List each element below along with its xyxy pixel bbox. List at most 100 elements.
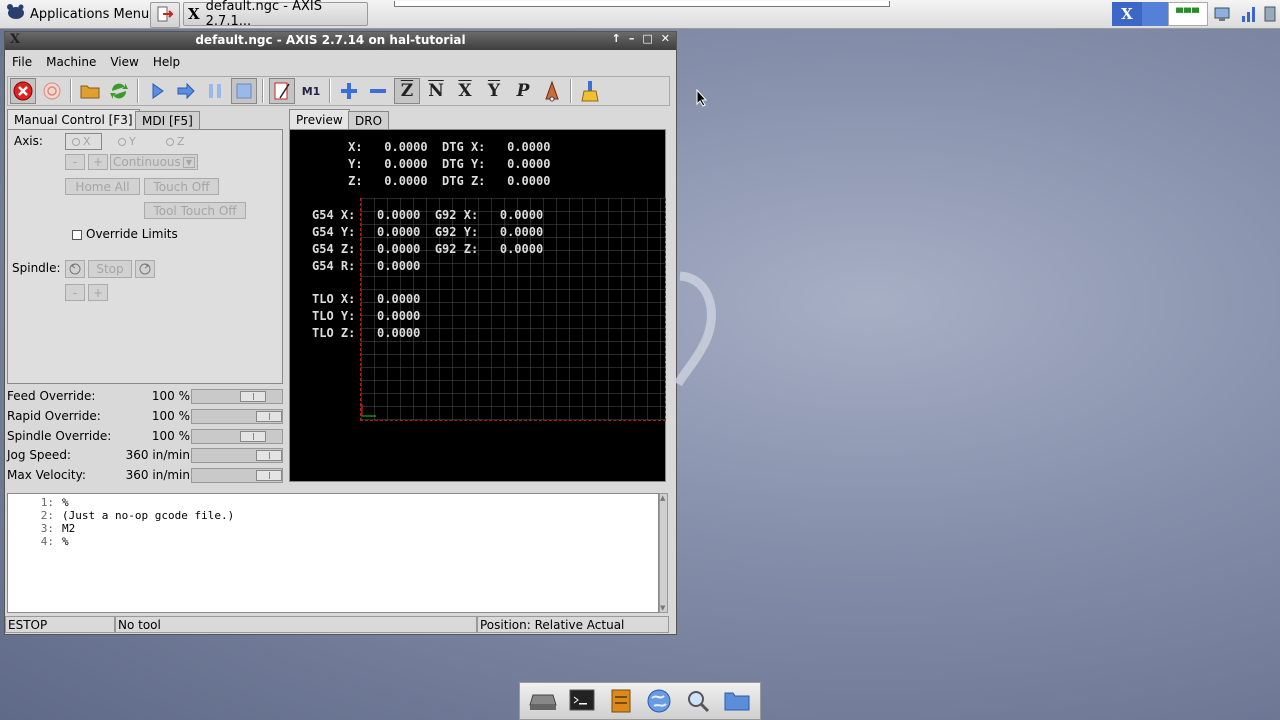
menu-file[interactable]: File xyxy=(5,55,39,69)
browser-icon[interactable] xyxy=(644,686,674,716)
block-delete-button[interactable] xyxy=(269,78,295,104)
jog-increment-select[interactable]: Continuous ▼ xyxy=(110,154,198,170)
signal-icon[interactable] xyxy=(1238,2,1260,26)
optional-stop-button[interactable]: M1 xyxy=(298,78,324,104)
status-estop: ESTOP xyxy=(5,616,115,633)
logout-button[interactable] xyxy=(150,2,180,28)
spindle-plus-button[interactable]: + xyxy=(88,284,108,301)
max-velocity-slider[interactable] xyxy=(191,468,283,483)
slider-thumb[interactable] xyxy=(256,411,282,422)
search-icon[interactable] xyxy=(683,686,713,716)
estop-button[interactable] xyxy=(10,78,36,104)
spindle-cw-button[interactable] xyxy=(135,260,155,278)
slider-thumb[interactable] xyxy=(256,450,282,461)
slider-thumb[interactable] xyxy=(240,391,266,402)
tray-extra-icon[interactable] xyxy=(1260,2,1280,26)
status-position: Position: Relative Actual xyxy=(477,616,669,633)
spindle-ccw-icon xyxy=(69,263,81,275)
spindle-override-slider[interactable] xyxy=(191,429,283,444)
run-icon xyxy=(152,83,164,99)
status-tool: No tool xyxy=(115,616,477,633)
tool-touch-off-button[interactable]: Tool Touch Off xyxy=(144,202,246,219)
clear-plot-button[interactable] xyxy=(577,78,603,104)
pause-button[interactable] xyxy=(202,78,228,104)
dro-line: G54 Y: 0.0000 G92 Y: 0.0000 xyxy=(312,225,544,239)
rapid-override-slider[interactable] xyxy=(191,409,283,424)
scroll-up-icon[interactable]: ▲ xyxy=(660,494,665,502)
window-titlebar[interactable]: X default.ngc - AXIS 2.7.14 on hal-tutor… xyxy=(5,32,676,50)
view-z2-button[interactable]: N xyxy=(423,78,449,104)
task-title: default.ngc - AXIS 2.7.1... xyxy=(205,0,322,29)
stop-button[interactable] xyxy=(231,78,257,104)
gcode-scrollbar[interactable]: ▲ ▼ xyxy=(659,493,668,613)
manual-control-panel: Axis: X Y Z - + Continuous ▼ Home All To… xyxy=(7,129,283,384)
preview-canvas[interactable]: X: 0.0000 DTG X: 0.0000 Y: 0.0000 DTG Y:… xyxy=(289,129,666,482)
spindle-stop-button[interactable]: Stop xyxy=(88,260,132,278)
tab-manual-control[interactable]: Manual Control [F3] xyxy=(7,109,140,129)
feed-override-slider[interactable] xyxy=(191,389,283,404)
jog-plus-button[interactable]: + xyxy=(88,154,108,170)
rotate-button[interactable] xyxy=(539,78,565,104)
view-x-button[interactable]: X xyxy=(452,78,478,104)
taskbar-axis-window[interactable]: X default.ngc - AXIS 2.7.1... xyxy=(183,0,368,29)
tray-x-icon[interactable]: X xyxy=(1112,2,1142,26)
axis-x-radio[interactable]: X xyxy=(65,133,102,150)
scroll-down-icon[interactable]: ▼ xyxy=(660,604,665,612)
spindle-ccw-button[interactable] xyxy=(65,260,85,278)
folder-icon[interactable] xyxy=(722,686,752,716)
machine-power-button[interactable] xyxy=(39,78,65,104)
terminal-icon[interactable] xyxy=(567,686,597,716)
tab-dro[interactable]: DRO xyxy=(348,111,390,129)
zoom-in-button[interactable] xyxy=(336,78,362,104)
minimize-button[interactable]: – xyxy=(629,32,635,45)
slider-thumb[interactable] xyxy=(256,470,282,481)
gcode-text[interactable]: 1:% 2: (Just a no-op gcode file.) 3: M2 4:… xyxy=(7,493,659,613)
applications-menu[interactable]: Applications Menu xyxy=(6,3,149,25)
step-button[interactable] xyxy=(173,78,199,104)
home-all-button[interactable]: Home All xyxy=(65,178,140,195)
menu-machine[interactable]: Machine xyxy=(39,55,103,69)
tab-mdi[interactable]: MDI [F5] xyxy=(135,111,200,129)
drive-icon[interactable] xyxy=(528,686,558,716)
jog-speed-slider[interactable] xyxy=(191,448,283,463)
menubar: File Machine View Help xyxy=(5,51,676,73)
view-p-button[interactable]: P xyxy=(510,78,536,104)
touch-off-button[interactable]: Touch Off xyxy=(144,178,219,195)
view-z-button[interactable]: Z xyxy=(394,78,420,104)
feed-override-label: Feed Override: xyxy=(7,389,96,403)
clear-plot-icon xyxy=(581,81,599,102)
menu-view[interactable]: View xyxy=(103,55,145,69)
gcode-line: 3: M2 xyxy=(40,522,76,535)
max-velocity-row: Max Velocity: 360 in/min xyxy=(7,468,283,484)
radio-dot-icon xyxy=(118,137,126,146)
close-button[interactable]: ✕ xyxy=(661,32,670,45)
tray-workspace-icon[interactable] xyxy=(1142,2,1168,26)
jog-minus-button[interactable]: - xyxy=(65,154,85,170)
run-button[interactable] xyxy=(144,78,170,104)
gcode-line: 1:% xyxy=(40,496,69,509)
spindle-minus-button[interactable]: - xyxy=(65,284,85,301)
override-limits-checkbox[interactable] xyxy=(72,230,82,240)
workspace-switcher[interactable]: ▀▀▀ xyxy=(1168,2,1208,26)
gcode-line: 2: (Just a no-op gcode file.) xyxy=(40,509,235,522)
open-file-button[interactable] xyxy=(77,78,103,104)
maximize-button[interactable]: □ xyxy=(642,32,652,45)
menu-help[interactable]: Help xyxy=(146,55,187,69)
slider-thumb[interactable] xyxy=(240,431,266,442)
axis-y-radio[interactable]: Y xyxy=(118,135,136,148)
axis-z-radio[interactable]: Z xyxy=(166,135,185,148)
toolbar-separator xyxy=(137,79,139,103)
radio-dot-icon xyxy=(166,137,174,146)
spindle-override-row: Spindle Override: 100 % xyxy=(7,429,283,445)
network-icon[interactable] xyxy=(1208,2,1238,26)
dro-line: TLO Z: 0.0000 xyxy=(312,326,421,340)
stick-button[interactable]: ↑ xyxy=(612,32,621,45)
tab-preview[interactable]: Preview xyxy=(289,109,350,129)
estop-icon xyxy=(13,81,33,101)
block-delete-icon xyxy=(274,82,290,100)
file-manager-icon[interactable] xyxy=(606,686,636,716)
view-p-icon: P xyxy=(516,81,530,101)
view-y-button[interactable]: Y xyxy=(481,78,507,104)
reload-button[interactable] xyxy=(106,78,132,104)
zoom-out-button[interactable] xyxy=(365,78,391,104)
